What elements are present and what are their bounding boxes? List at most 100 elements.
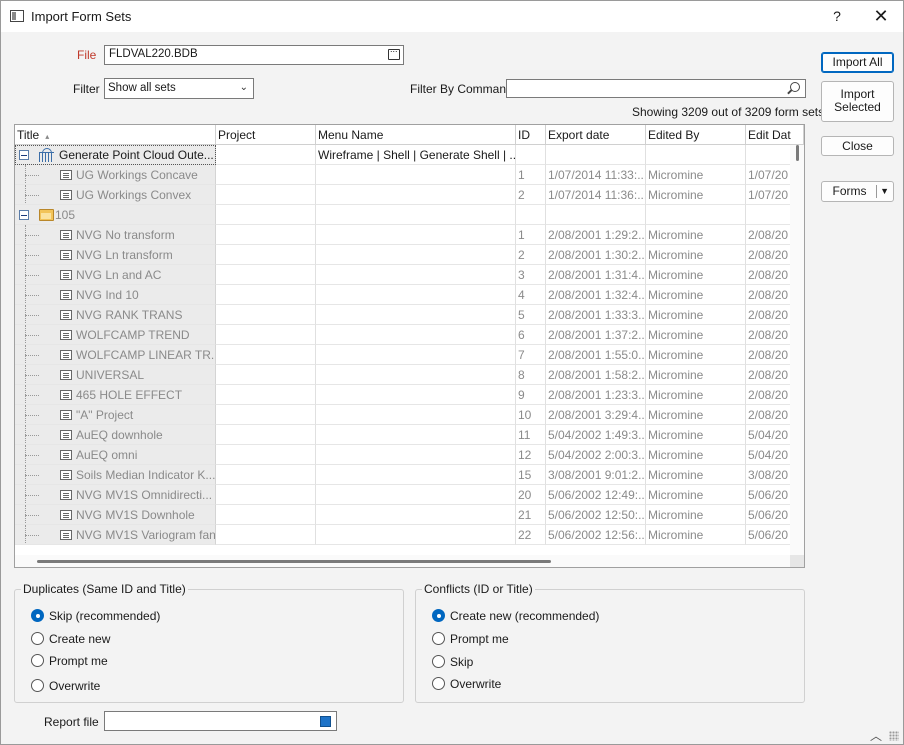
tree-line: [25, 195, 39, 196]
table-row[interactable]: WOLFCAMP TREND 6 2/08/2001 1:37:2... Microm…: [15, 325, 790, 345]
form-icon: [60, 430, 72, 440]
report-file-input[interactable]: [104, 711, 337, 731]
row-title: 465 HOLE EFFECT: [76, 388, 183, 402]
help-button[interactable]: ?: [827, 6, 847, 26]
form-icon: [60, 370, 72, 380]
form-sets-grid[interactable]: Title ▴ Project Menu Name ID Export date …: [14, 124, 805, 568]
cell-export: 2/08/2001 1:33:3...: [546, 305, 646, 325]
table-row[interactable]: AuEQ downhole 11 5/04/2002 1:49:3... Microm…: [15, 425, 790, 445]
filter-by-command-input[interactable]: [506, 79, 806, 98]
table-row[interactable]: Soils Median Indicator K... 15 3/08/2001 9…: [15, 465, 790, 485]
table-row[interactable]: WOLFCAMP LINEAR TR... 7 2/08/2001 1:55:0..…: [15, 345, 790, 365]
grid-header: Title ▴ Project Menu Name ID Export date …: [15, 125, 804, 145]
table-row[interactable]: "A" Project 10 2/08/2001 3:29:4... Micromin…: [15, 405, 790, 425]
tree-line: [25, 535, 39, 536]
table-row[interactable]: UG Workings Concave 1 1/07/2014 11:33:... M…: [15, 165, 790, 185]
form-icon: [60, 290, 72, 300]
tree-line: [25, 435, 39, 436]
table-row[interactable]: NVG RANK TRANS 5 2/08/2001 1:33:3... Microm…: [15, 305, 790, 325]
vertical-scroll-thumb[interactable]: [796, 145, 799, 161]
forms-split-button[interactable]: Forms ▼: [821, 181, 894, 202]
import-selected-button[interactable]: Import Selected: [821, 81, 894, 122]
column-header-menu-name[interactable]: Menu Name: [316, 125, 516, 145]
cell-export: 5/06/2002 12:56:...: [546, 525, 646, 545]
conflicts-radio-create-new[interactable]: Create new (recommended): [431, 608, 599, 624]
form-icon: [60, 390, 72, 400]
conflicts-radio-overwrite[interactable]: Overwrite: [431, 676, 501, 692]
horizontal-scrollbar[interactable]: [15, 555, 790, 567]
cell-project: [216, 245, 316, 265]
column-header-edit-date[interactable]: Edit Dat: [746, 125, 804, 145]
radio-dot: [31, 654, 44, 667]
cell-edit: 3/08/20: [746, 465, 790, 485]
group-row[interactable]: Generate Point Cloud Oute... Wireframe | …: [15, 145, 790, 165]
cell-edited: Micromine: [646, 345, 746, 365]
table-row[interactable]: NVG Ln transform 2 2/08/2001 1:30:2... Micr…: [15, 245, 790, 265]
close-button[interactable]: Close: [821, 136, 894, 156]
vertical-scrollbar[interactable]: [790, 145, 804, 555]
table-row[interactable]: NVG MV1S Omnidirecti... 20 5/06/2002 12:49…: [15, 485, 790, 505]
cell-edit: 5/06/20: [746, 485, 790, 505]
cell-title: WOLFCAMP LINEAR TR...: [15, 345, 216, 365]
folder-row[interactable]: 105: [15, 205, 790, 225]
horizontal-scroll-thumb[interactable]: [37, 560, 551, 563]
table-row[interactable]: NVG Ln and AC 3 2/08/2001 1:31:4... Micromi…: [15, 265, 790, 285]
window-title: Import Form Sets: [31, 9, 132, 24]
cell-project: [216, 465, 316, 485]
cell-project: [216, 485, 316, 505]
cell-export: 5/06/2002 12:49:...: [546, 485, 646, 505]
cell-menu: [316, 345, 516, 365]
cell-edited: Micromine: [646, 305, 746, 325]
table-row[interactable]: NVG Ind 10 4 2/08/2001 1:32:4... Micromine 2…: [15, 285, 790, 305]
cell-export: 2/08/2001 1:32:4...: [546, 285, 646, 305]
column-header-edited-by[interactable]: Edited By: [646, 125, 746, 145]
duplicates-radio-skip[interactable]: Skip (recommended): [30, 608, 160, 624]
column-header-export-date[interactable]: Export date: [546, 125, 646, 145]
table-row[interactable]: NVG MV1S Downhole 21 5/06/2002 12:50:... Mi…: [15, 505, 790, 525]
conflicts-radio-skip[interactable]: Skip: [431, 654, 473, 670]
collapse-toggle-icon[interactable]: [19, 150, 29, 160]
tree-line: [25, 375, 39, 376]
cell-menu: [316, 425, 516, 445]
cell-title: 105: [15, 205, 216, 225]
cell-edit: 1/07/20: [746, 185, 790, 205]
table-row[interactable]: AuEQ omni 12 5/04/2002 2:00:3... Micromine 5…: [15, 445, 790, 465]
collapse-chevron-up-icon[interactable]: ︿: [870, 727, 882, 744]
column-header-project[interactable]: Project: [216, 125, 316, 145]
browse-file-icon[interactable]: [388, 44, 400, 60]
file-field[interactable]: FLDVAL220.BDB: [104, 44, 404, 65]
row-title: NVG MV1S Downhole: [76, 508, 195, 522]
column-header-id[interactable]: ID: [516, 125, 546, 145]
cell-menu: [316, 325, 516, 345]
radio-dot: [432, 609, 445, 622]
table-row[interactable]: UG Workings Convex 2 1/07/2014 11:36:... Mi…: [15, 185, 790, 205]
forms-dropdown-arrow-icon[interactable]: ▼: [880, 182, 889, 201]
row-title: NVG No transform: [76, 228, 175, 242]
conflicts-radio-prompt-me[interactable]: Prompt me: [431, 631, 509, 647]
duplicates-radio-create-new[interactable]: Create new: [30, 631, 110, 647]
tree-line: [25, 175, 39, 176]
table-row[interactable]: NVG No transform 1 2/08/2001 1:29:2... Micr…: [15, 225, 790, 245]
cell-id: 1: [516, 165, 546, 185]
tree-line: [25, 455, 39, 456]
cell-id: 20: [516, 485, 546, 505]
browse-report-icon[interactable]: [320, 716, 331, 727]
search-icon[interactable]: [790, 82, 800, 92]
cell-title: Soils Median Indicator K...: [15, 465, 216, 485]
cell-project: [216, 345, 316, 365]
close-window-button[interactable]: ✕: [871, 6, 891, 26]
table-row[interactable]: NVG MV1S Variogram fan 22 5/06/2002 12:56:…: [15, 525, 790, 545]
chevron-down-icon: ⌄: [239, 82, 248, 93]
column-header-title[interactable]: Title ▴: [15, 125, 216, 145]
import-all-button[interactable]: Import All: [821, 52, 894, 73]
cell-edited: Micromine: [646, 185, 746, 205]
duplicates-radio-prompt-me[interactable]: Prompt me: [30, 653, 108, 669]
table-row[interactable]: 465 HOLE EFFECT 9 2/08/2001 1:23:3... Micro…: [15, 385, 790, 405]
table-row[interactable]: UNIVERSAL 8 2/08/2001 1:58:2... Micromine 2/…: [15, 365, 790, 385]
resize-grip-icon[interactable]: [889, 731, 899, 741]
row-title: UNIVERSAL: [76, 368, 145, 382]
filter-dropdown[interactable]: Show all sets ⌄: [104, 78, 254, 99]
collapse-toggle-icon[interactable]: [19, 210, 29, 220]
cell-export: 2/08/2001 1:31:4...: [546, 265, 646, 285]
duplicates-radio-overwrite[interactable]: Overwrite: [30, 678, 100, 694]
